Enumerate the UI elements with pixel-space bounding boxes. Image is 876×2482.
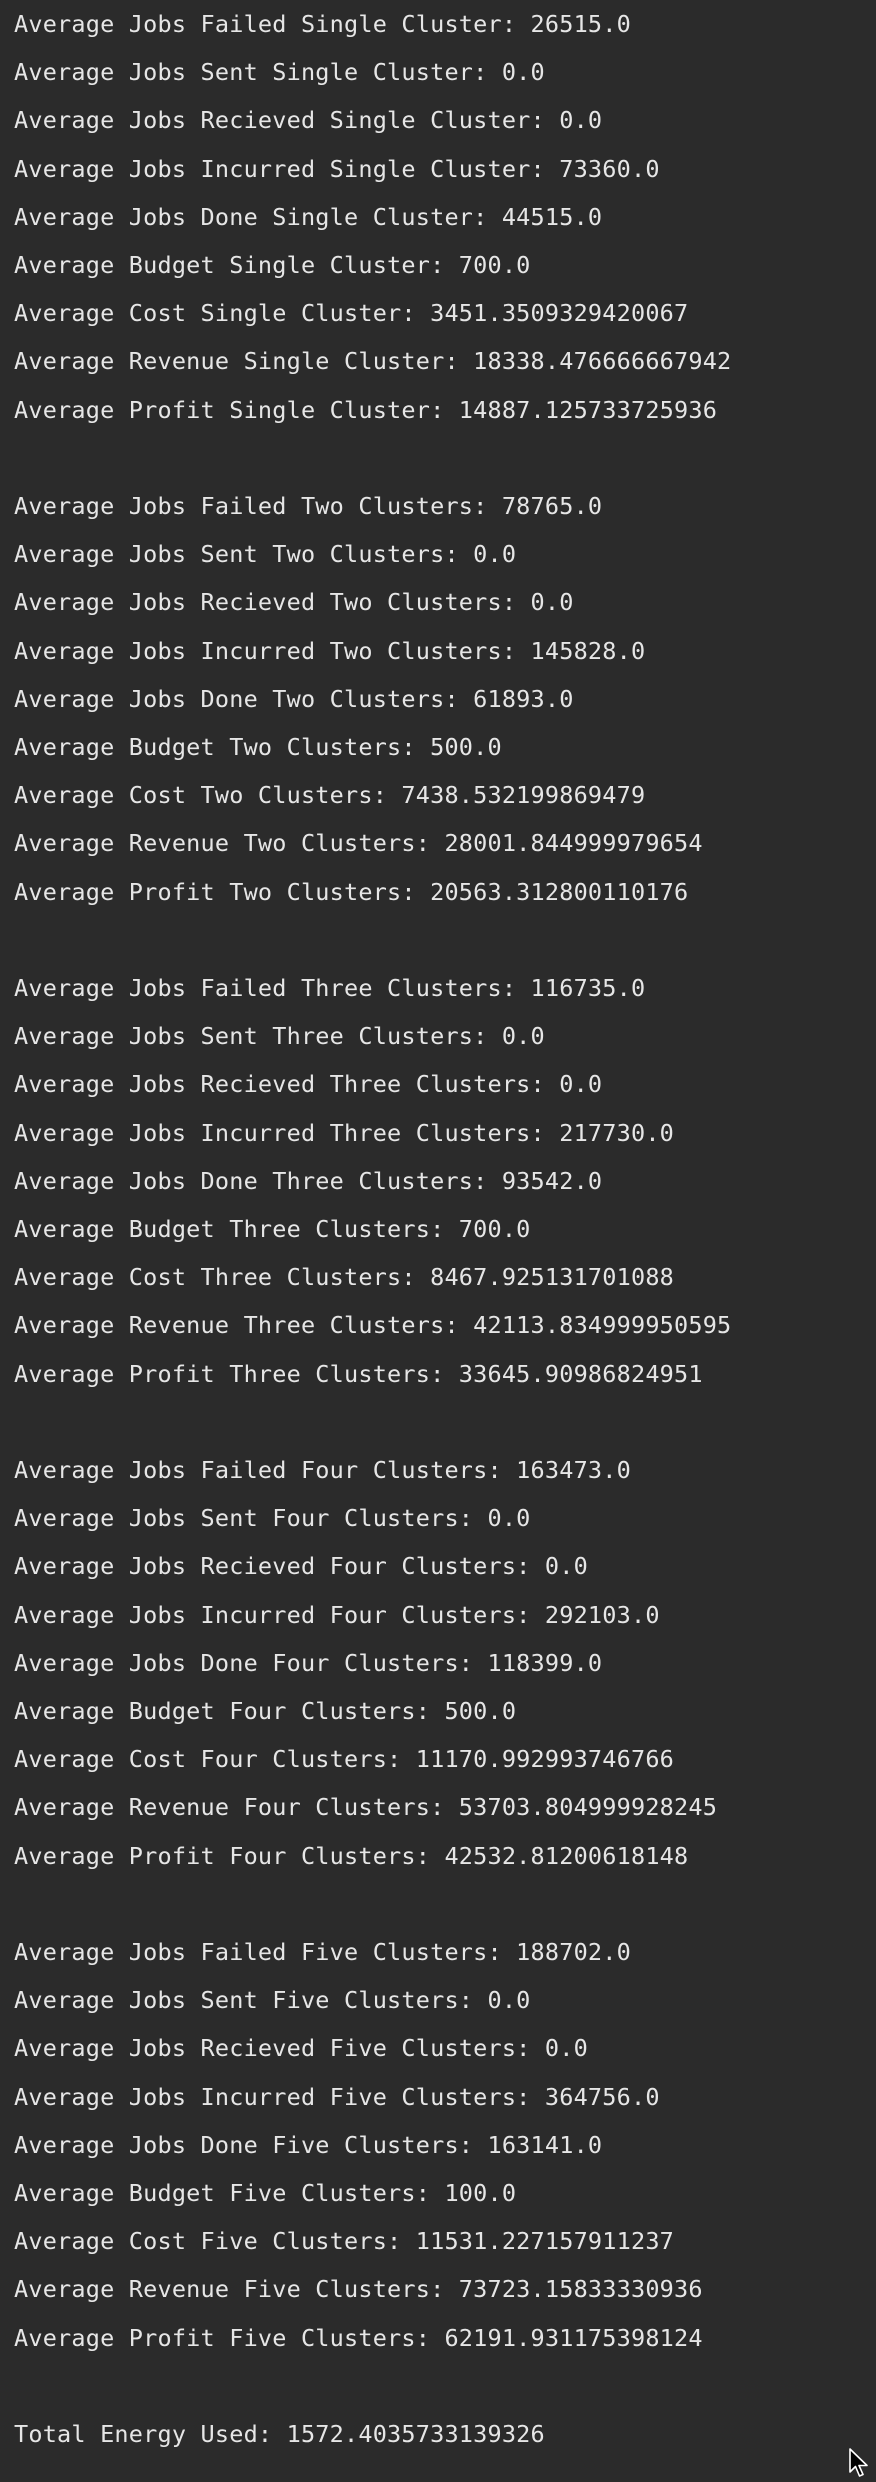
console-line: Total Energy Used: 1572.4035733139326 [14, 2420, 545, 2448]
console-line: Average Profit Single Cluster: 14887.125… [14, 395, 718, 424]
console-line: Average Jobs Failed Three Clusters: 1167… [14, 974, 646, 1002]
console-line: Average Jobs Sent Three Clusters: 0.0 [14, 1022, 545, 1051]
console-line: Average Budget Single Cluster: 700.0 [14, 251, 531, 279]
console-line: Average Jobs Sent Two Clusters: 0.0 [14, 540, 517, 569]
console-line: Average Jobs Failed Single Cluster: 2651… [14, 10, 631, 38]
console-line: Average Jobs Recieved Five Clusters: 0.0 [14, 2034, 588, 2063]
console-line: Average Jobs Done Single Cluster: 44515.… [14, 202, 603, 231]
console-line: Average Revenue Two Clusters: 28001.8449… [14, 829, 703, 858]
console-line: Average Profit Three Clusters: 33645.909… [14, 1359, 703, 1388]
console-line: Average Jobs Done Two Clusters: 61893.0 [14, 684, 574, 713]
mouse-pointer-icon [848, 2448, 870, 2478]
console-line: Average Cost Three Clusters: 8467.925131… [14, 1263, 675, 1292]
console-line: Average Jobs Sent Four Clusters: 0.0 [14, 1504, 531, 1533]
console-line: Average Revenue Five Clusters: 73723.158… [14, 2275, 703, 2304]
console-line: Average Budget Five Clusters: 100.0 [14, 2179, 517, 2207]
console-line: Average Jobs Recieved Single Cluster: 0.… [14, 106, 603, 135]
console-line: Average Jobs Incurred Three Clusters: 21… [14, 1118, 675, 1147]
console-line: Average Jobs Incurred Four Clusters: 292… [14, 1600, 660, 1629]
console-output[interactable]: Average Jobs Failed Single Cluster: 2651… [14, 0, 876, 2478]
console-line: Average Budget Four Clusters: 500.0 [14, 1697, 517, 1725]
console-line: Average Budget Three Clusters: 700.0 [14, 1215, 531, 1243]
console-line: Average Jobs Failed Four Clusters: 16347… [14, 1456, 631, 1484]
console-line: Average Budget Two Clusters: 500.0 [14, 733, 502, 761]
console-line: Average Cost Two Clusters: 7438.53219986… [14, 781, 646, 810]
console-line: Average Jobs Sent Single Cluster: 0.0 [14, 58, 545, 87]
console-line: Average Profit Four Clusters: 42532.8120… [14, 1841, 689, 1870]
console-line: Average Revenue Three Clusters: 42113.83… [14, 1311, 732, 1340]
console-line: Average Cost Single Cluster: 3451.350932… [14, 299, 689, 328]
console-line: Average Jobs Done Five Clusters: 163141.… [14, 2130, 603, 2159]
console-line: Average Cost Five Clusters: 11531.227157… [14, 2227, 675, 2256]
console-line: Average Revenue Single Cluster: 18338.47… [14, 347, 732, 376]
console-line: Average Jobs Incurred Single Cluster: 73… [14, 154, 660, 183]
console-line: Average Jobs Recieved Two Clusters: 0.0 [14, 588, 574, 617]
console-line: Average Jobs Recieved Four Clusters: 0.0 [14, 1552, 588, 1581]
console-line: Average Cost Four Clusters: 11170.992993… [14, 1745, 675, 1774]
console-line: Average Jobs Failed Five Clusters: 18870… [14, 1938, 631, 1966]
console-line: Average Jobs Failed Two Clusters: 78765.… [14, 492, 603, 520]
console-line: Average Jobs Incurred Two Clusters: 1458… [14, 636, 646, 665]
console-line: Average Profit Two Clusters: 20563.31280… [14, 877, 689, 906]
console-line: Average Jobs Recieved Three Clusters: 0.… [14, 1070, 603, 1099]
console-line: Average Jobs Done Four Clusters: 118399.… [14, 1648, 603, 1677]
console-line: Average Revenue Four Clusters: 53703.804… [14, 1793, 718, 1822]
console-line: Average Jobs Incurred Five Clusters: 364… [14, 2082, 660, 2111]
console-line: Average Jobs Sent Five Clusters: 0.0 [14, 1986, 531, 2015]
console-line: Average Jobs Done Three Clusters: 93542.… [14, 1166, 603, 1195]
console-line: Average Profit Five Clusters: 62191.9311… [14, 2323, 703, 2352]
